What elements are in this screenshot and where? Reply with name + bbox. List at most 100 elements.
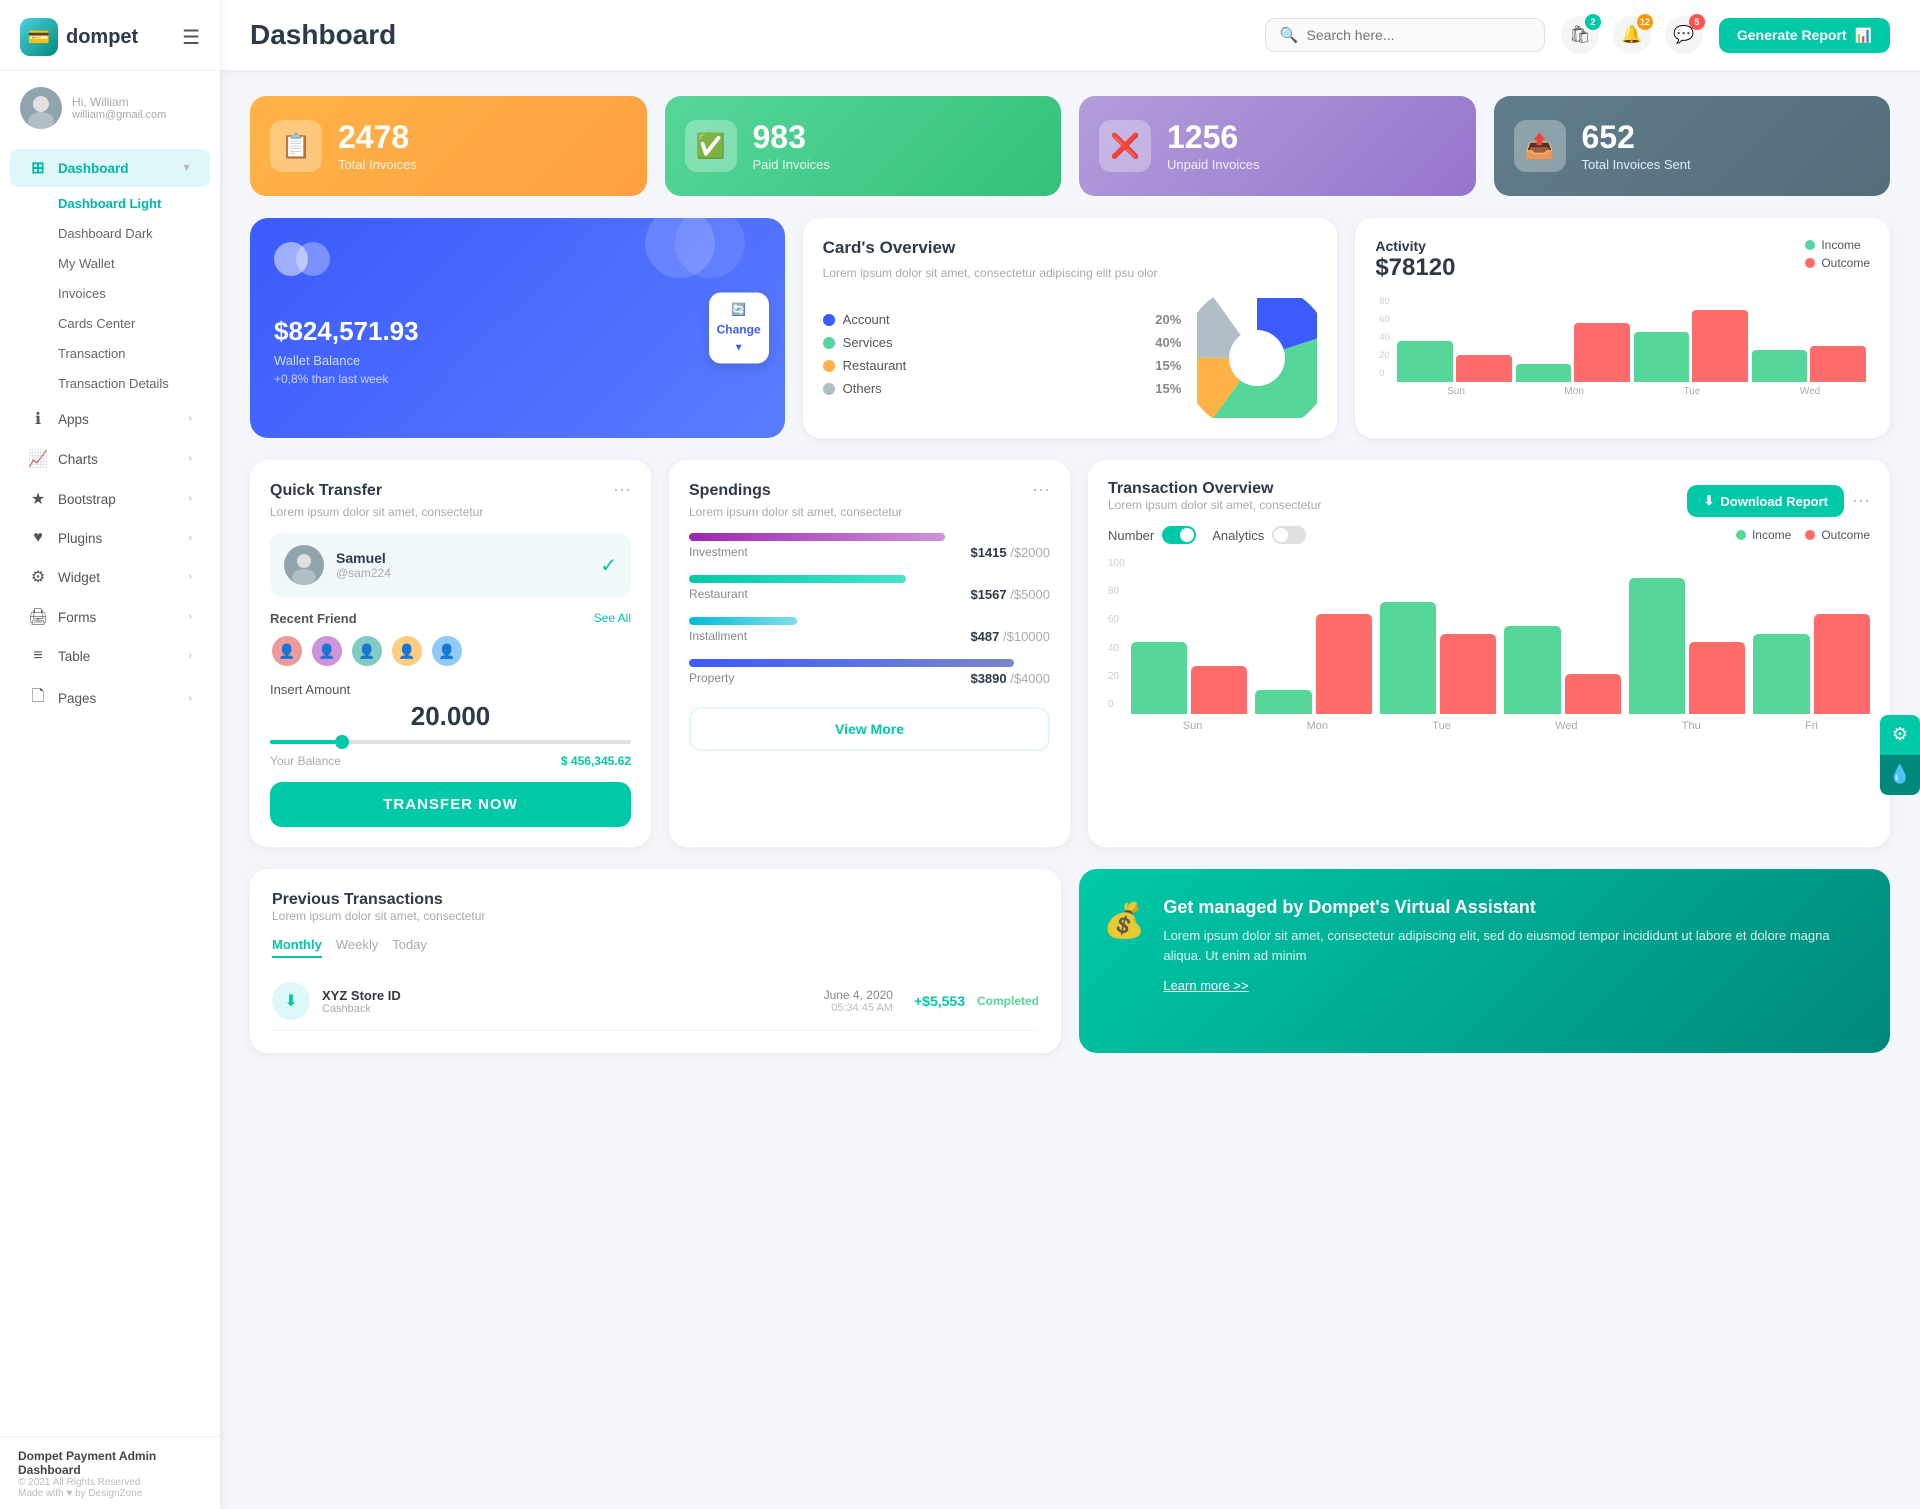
sidebar-sub-my-wallet[interactable]: My Wallet [10, 249, 210, 278]
download-report-label: Download Report [1720, 494, 1828, 509]
tx-bar-tue-outcome [1440, 634, 1496, 714]
sidebar-sub-invoices[interactable]: Invoices [10, 279, 210, 308]
download-report-button[interactable]: ⬇ Download Report [1687, 485, 1844, 517]
header: Dashboard 🔍 🛍 2 🔔 12 💬 5 Generate Report… [220, 0, 1920, 70]
paid-invoices-info: 983 Paid Invoices [753, 120, 830, 172]
friend-avatar-1[interactable]: 👤 [270, 634, 304, 668]
hamburger-icon[interactable]: ☰ [182, 25, 200, 50]
restaurant-total: /$5000 [1010, 587, 1050, 602]
tx-row-amount: +$5,553 [905, 993, 965, 1009]
sidebar-sub-cards-center[interactable]: Cards Center [10, 309, 210, 338]
overview-row-services: Services 40% [823, 335, 1182, 350]
activity-title: Activity [1375, 238, 1455, 254]
spendings-desc: Lorem ipsum dolor sit amet, consectetur [689, 505, 1050, 519]
analytics-toggle[interactable] [1272, 526, 1306, 544]
chevron-right-icon-3: › [188, 493, 192, 505]
tab-monthly[interactable]: Monthly [272, 937, 322, 958]
restaurant-dot [823, 360, 835, 372]
bar-tue-outcome [1692, 310, 1748, 382]
view-more-button[interactable]: View More [689, 707, 1050, 751]
total-invoices-num: 2478 [338, 120, 417, 155]
outcome-legend-dot [1805, 258, 1815, 268]
tx-chart-container: 0 20 40 60 80 100 [1108, 554, 1870, 732]
tx-bar-sun-outcome [1191, 666, 1247, 714]
restaurant-bar [689, 575, 906, 583]
va-learn-more-link[interactable]: Learn more >> [1163, 978, 1248, 993]
change-button[interactable]: 🔄 Change ▼ [709, 293, 769, 364]
user-info: Hi, William william@gmail.com [72, 95, 166, 121]
activity-chart-labels: Sun Mon Tue Wed [1375, 386, 1870, 397]
message-button[interactable]: 💬 5 [1665, 16, 1703, 54]
sidebar-item-apps[interactable]: ℹ Apps › [10, 400, 210, 438]
restaurant-amount: $1567 /$5000 [970, 587, 1050, 603]
friend-avatar-4[interactable]: 👤 [390, 634, 424, 668]
property-bar [689, 659, 1014, 667]
transfer-now-button[interactable]: TRANSFER NOW [270, 782, 631, 827]
tx-chart-labels-row: Sun Mon Tue Wed Thu Fri [1131, 720, 1870, 732]
tab-today[interactable]: Today [392, 937, 427, 958]
spendings-dots-button[interactable]: ⋯ [1032, 480, 1050, 501]
sidebar-item-widget[interactable]: ⚙ Widget › [10, 558, 210, 596]
sidebar-item-bootstrap[interactable]: ★ Bootstrap › [10, 480, 210, 518]
bag-button[interactable]: 🛍 2 [1561, 16, 1599, 54]
tx-overview-desc: Lorem ipsum dolor sit amet, consectetur [1108, 498, 1321, 512]
quick-transfer-dots-button[interactable]: ⋯ [613, 480, 631, 501]
quick-transfer-header: Quick Transfer ⋯ [270, 480, 631, 501]
tx-header-actions: ⬇ Download Report ⋯ [1687, 485, 1870, 517]
sidebar-item-dashboard[interactable]: ⊞ Dashboard ▼ [10, 149, 210, 187]
mid-section: $824,571.93 Wallet Balance +0,8% than la… [250, 218, 1890, 438]
tx-row-time: 05:34:45 AM [824, 1002, 893, 1014]
footer-made: Made with ♥ by DesignZone [18, 1488, 202, 1499]
bell-button[interactable]: 🔔 12 [1613, 16, 1651, 54]
generate-report-button[interactable]: Generate Report 📊 [1719, 18, 1890, 53]
balance-row: Your Balance $ 456,345.62 [270, 754, 631, 768]
paid-invoices-label: Paid Invoices [753, 157, 830, 172]
spendings-card: Spendings ⋯ Lorem ipsum dolor sit amet, … [669, 460, 1070, 847]
bar-mon-outcome [1574, 323, 1630, 382]
bar-wed-income [1752, 350, 1808, 382]
tx-day-thu: Thu [1682, 720, 1701, 732]
activity-y-labels: 0 20 40 60 80 [1379, 292, 1389, 382]
friend-avatar-3[interactable]: 👤 [350, 634, 384, 668]
wallet-amount: $824,571.93 [274, 316, 761, 347]
charts-icon: 📈 [28, 449, 48, 469]
outcome-legend: Outcome [1805, 256, 1870, 270]
slider-thumb[interactable] [335, 735, 349, 749]
total-sent-icon: 📤 [1514, 120, 1566, 172]
tx-bars [1131, 554, 1870, 714]
content-area: 📋 2478 Total Invoices ✅ 983 Paid Invoice… [220, 70, 1920, 1509]
sidebar-sub-transaction-details[interactable]: Transaction Details [10, 369, 210, 398]
widget-icon: ⚙ [28, 567, 48, 587]
toggle-controls: Number Analytics [1108, 526, 1306, 544]
search-input[interactable] [1307, 27, 1530, 43]
tx-bar-mon-outcome [1316, 614, 1372, 714]
bar-sun-outcome [1456, 355, 1512, 382]
tx-overview-dots-button[interactable]: ⋯ [1852, 491, 1870, 512]
sidebar-sub-dashboard-light[interactable]: Dashboard Light [10, 189, 210, 218]
dashboard-icon: ⊞ [28, 158, 48, 178]
quick-transfer-title: Quick Transfer [270, 482, 382, 500]
sidebar-item-table[interactable]: ≡ Table › [10, 638, 210, 674]
refresh-icon: 🔄 [731, 303, 746, 317]
amount-slider[interactable] [270, 740, 631, 744]
transfer-user-row: Samuel @sam224 ✓ [270, 533, 631, 597]
sidebar-item-plugins[interactable]: ♥ Plugins › [10, 520, 210, 556]
overview-row-others: Others 15% [823, 381, 1182, 396]
sidebar-item-forms[interactable]: 🖨 Forms › [10, 598, 210, 636]
friend-avatar-2[interactable]: 👤 [310, 634, 344, 668]
tab-weekly[interactable]: Weekly [336, 937, 378, 958]
number-toggle-group: Number [1108, 526, 1196, 544]
friend-avatar-5[interactable]: 👤 [430, 634, 464, 668]
tx-bar-thu-outcome [1689, 642, 1745, 714]
number-toggle[interactable] [1162, 526, 1196, 544]
analytics-label: Analytics [1212, 528, 1264, 543]
sidebar-item-pages[interactable]: 🗋 Pages › [10, 676, 210, 721]
theme-action-button[interactable]: 💧 [1880, 755, 1920, 795]
settings-action-button[interactable]: ⚙ [1880, 715, 1920, 755]
sidebar-sub-transaction[interactable]: Transaction [10, 339, 210, 368]
chip-2 [296, 242, 330, 276]
sidebar-sub-dashboard-dark[interactable]: Dashboard Dark [10, 219, 210, 248]
see-all-link[interactable]: See All [594, 611, 631, 626]
sidebar-item-charts[interactable]: 📈 Charts › [10, 440, 210, 478]
analytics-toggle-group: Analytics [1212, 526, 1306, 544]
